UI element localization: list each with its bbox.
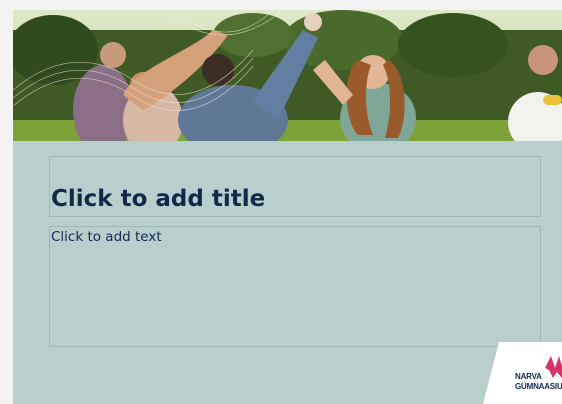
logo-line-2: GÜMNAASIUM	[515, 382, 562, 391]
text-placeholder-text: Click to add text	[51, 229, 162, 245]
title-placeholder[interactable]: Click to add title	[49, 156, 541, 217]
text-placeholder[interactable]: Click to add text	[49, 226, 541, 347]
slide[interactable]: Click to add title Click to add text NAR…	[13, 10, 562, 404]
header-photo[interactable]	[13, 10, 562, 141]
school-logo: NARVA GÜMNAASIUM	[483, 342, 562, 404]
group-photo-icon	[13, 10, 562, 141]
editor-canvas: Click to add title Click to add text NAR…	[0, 0, 562, 404]
title-placeholder-text: Click to add title	[51, 186, 266, 212]
logo-line-1: NARVA	[515, 372, 542, 381]
